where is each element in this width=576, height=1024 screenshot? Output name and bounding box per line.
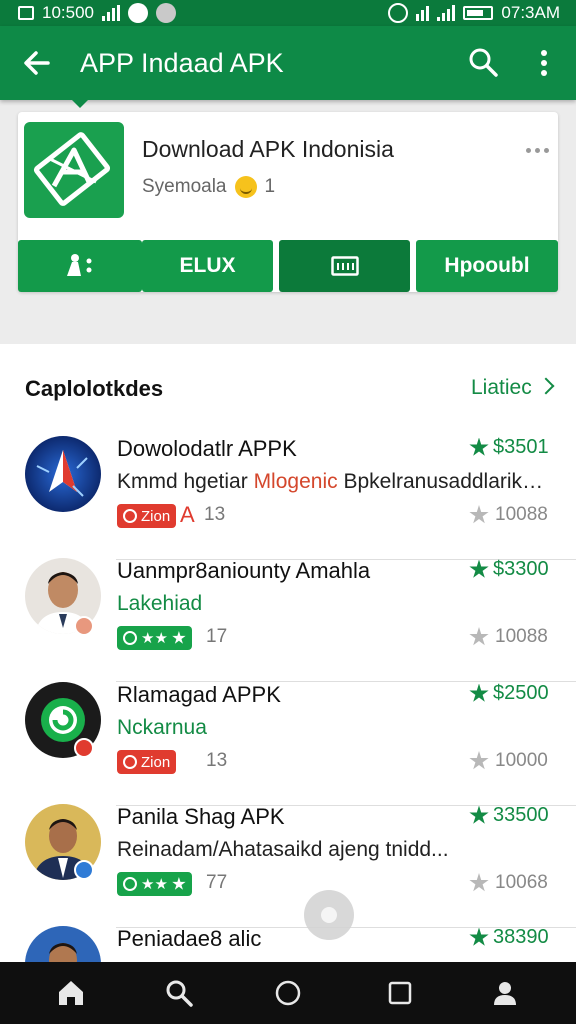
square-recents-icon[interactable] (385, 978, 415, 1008)
developer-name[interactable]: Syemoala (142, 176, 227, 198)
star-outline-icon (469, 751, 489, 770)
star-icon (469, 683, 489, 702)
status-bar: 10:500 07:3AM (0, 0, 576, 26)
rating-badge: ★★ (117, 872, 192, 896)
item-subtitle: Lakehiad (117, 592, 203, 615)
screen-button[interactable] (279, 240, 410, 292)
tag-count: 13 (204, 504, 226, 525)
item-price: $2500 (469, 682, 549, 705)
alarm-icon (388, 3, 409, 23)
star-icon (469, 559, 489, 578)
status-badge: Zion (117, 750, 177, 774)
bottom-nav-bar (0, 962, 576, 1024)
badge-circle-icon (123, 755, 137, 769)
cell-signal-icon (437, 5, 456, 21)
avatar-badge (74, 616, 94, 636)
download-count: 10000 (469, 750, 548, 772)
person-icon[interactable] (490, 978, 520, 1008)
status-badge: Zion (117, 504, 177, 528)
app-bar: APP Indaad APK (0, 26, 576, 100)
gallery-notification-icon (18, 6, 34, 20)
hpooubl-button[interactable]: Hpooubl (416, 240, 558, 292)
app-name: Download APK Indonisia (142, 136, 394, 162)
badge-star-icon (172, 631, 186, 644)
avatar-badge (74, 738, 94, 758)
share-button[interactable] (18, 240, 142, 292)
back-arrow-icon[interactable] (22, 45, 52, 81)
status-time-right: 07:3AM (501, 3, 560, 22)
smiley-icon (234, 176, 257, 198)
item-price: 33500 (469, 804, 549, 827)
avatar-badge (74, 860, 94, 880)
star-icon (469, 437, 489, 456)
item-title: Peniadae8 alic (117, 926, 262, 951)
item-subtitle: Reinadam/Ahatasaikd ajeng tnidd... (117, 838, 449, 861)
floating-action-button[interactable] (304, 890, 354, 940)
list-item[interactable]: Dowolodatlr APPK Kmmd hgetiar Mlogenic B… (0, 436, 576, 560)
download-count: 10088 (469, 626, 548, 648)
rating-badge: ★★ (117, 626, 192, 650)
list-item[interactable]: Rlamagad APPK Nckarnua $2500 Zion 13 100… (0, 682, 576, 806)
page-title: APP Indaad APK (80, 48, 284, 78)
tag-count: 77 (206, 872, 228, 893)
chevron-right-icon[interactable] (537, 377, 555, 395)
badge-circle-icon (123, 877, 137, 891)
item-price: $3300 (469, 558, 549, 581)
search-icon[interactable] (164, 978, 194, 1008)
list-item[interactable]: Panila Shag APK Reinadam/Ahatasaikd ajen… (0, 804, 576, 928)
badge-star-icon (172, 877, 186, 890)
badge-circle-icon (123, 631, 137, 645)
badge-extra: A (180, 502, 195, 527)
item-title: Uanmpr8aniounty Amahla (117, 558, 371, 583)
item-title: Rlamagad APPK (117, 682, 281, 707)
person-icon (321, 907, 337, 923)
star-outline-icon (469, 627, 489, 646)
see-more-link[interactable]: Liatiec (471, 376, 532, 400)
tag-count: 17 (206, 626, 228, 647)
item-price: 38390 (469, 926, 549, 949)
list-item[interactable]: Uanmpr8aniounty Amahla Lakehiad $3300 ★★… (0, 558, 576, 682)
status-time-left: 10:500 (42, 3, 94, 22)
star-icon (469, 927, 489, 946)
download-count: 10088 (469, 504, 548, 526)
meta-count: 1 (264, 176, 276, 197)
signal-icon (102, 5, 120, 21)
elux-button[interactable]: ELUX (142, 240, 273, 292)
battery-icon (463, 6, 494, 20)
app-header-card: Download APK Indonisia Syemoala 1 ELUX H… (18, 112, 558, 292)
tag-count: 13 (206, 750, 228, 771)
wifi-icon (416, 5, 430, 21)
home-icon[interactable] (56, 978, 86, 1008)
app-bar-pointer (72, 100, 88, 108)
notification-d-icon (128, 3, 148, 23)
more-horiz-icon[interactable] (526, 148, 549, 153)
app-avatar (25, 436, 101, 512)
item-title: Dowolodatlr APPK (117, 436, 297, 461)
more-vert-icon[interactable] (534, 48, 554, 78)
download-count: 10068 (469, 872, 548, 894)
item-subtitle: Nckarnua (117, 716, 207, 739)
badge-circle-icon (123, 509, 137, 523)
screen-icon (330, 256, 359, 276)
star-outline-icon (469, 873, 489, 892)
star-icon (469, 805, 489, 824)
item-title: Panila Shag APK (117, 804, 285, 829)
app-logo-icon[interactable] (24, 122, 124, 218)
star-outline-icon (469, 505, 489, 524)
section-title: Caplolotkdes (25, 376, 164, 401)
item-subtitle: Kmmd hgetiar Mlogenic Bpkelranusaddlarik… (117, 470, 549, 493)
app-meta: Syemoala 1 (142, 176, 275, 198)
app-list-section: Caplolotkdes Liatiec Dowolodatlr APPK Km… (0, 344, 576, 1024)
notification-circle-icon (156, 3, 176, 23)
share-icon (67, 254, 92, 276)
item-price: $3501 (469, 436, 549, 459)
search-icon[interactable] (468, 47, 498, 77)
circle-home-icon[interactable] (273, 978, 303, 1008)
